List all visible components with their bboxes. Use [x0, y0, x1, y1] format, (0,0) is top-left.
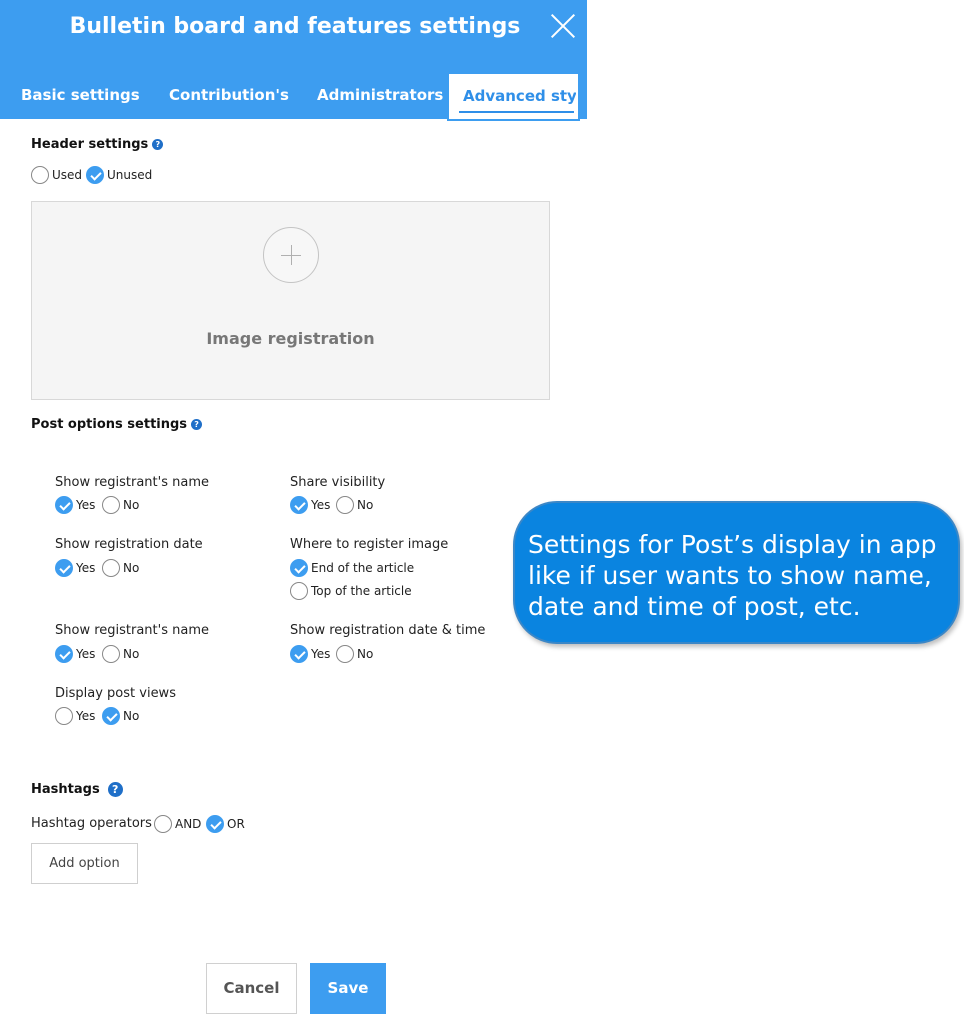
- radio-checked[interactable]: [55, 496, 73, 514]
- help-icon[interactable]: ?: [107, 782, 123, 797]
- image-position-label: Where to register image: [290, 537, 449, 552]
- option-label: No: [357, 647, 374, 661]
- post-options-label: Post options settings: [31, 417, 188, 432]
- radio-button[interactable]: [102, 559, 120, 577]
- share-visibility-label: Share visibility: [290, 475, 386, 490]
- hashtags-label: Hashtags: [31, 782, 100, 797]
- callout-line-3: date and time of post, etc.: [528, 592, 861, 621]
- option-label: No: [123, 561, 140, 575]
- option-label: No: [357, 498, 374, 512]
- radio-button[interactable]: [31, 166, 49, 184]
- save-button[interactable]: Save: [310, 963, 386, 1014]
- tab-contributions[interactable]: Contribution's: [169, 86, 289, 104]
- image-registration-label: Image registration: [206, 329, 375, 348]
- header-unused-label: Unused: [107, 168, 153, 182]
- show-registration-date-label: Show registration date: [55, 537, 203, 552]
- header-settings-title: Header settings?: [31, 137, 164, 152]
- option-label: Yes: [311, 647, 331, 661]
- option-label: OR: [227, 817, 245, 831]
- display-post-views-label: Display post views: [55, 686, 176, 701]
- option-label: No: [123, 647, 140, 661]
- show-name-2-yes-option[interactable]: Yes: [55, 645, 99, 663]
- hashtags-title: Hashtags?: [31, 782, 123, 797]
- tab-administrators[interactable]: Administrators: [317, 86, 443, 104]
- date-time-no-option[interactable]: No: [336, 645, 377, 663]
- option-label: Yes: [76, 561, 96, 575]
- radio-checked[interactable]: [55, 559, 73, 577]
- post-options-title: Post options settings?: [31, 417, 203, 432]
- callout-line-1: Settings for Post’s display in app: [528, 530, 937, 559]
- add-option-button[interactable]: Add option: [31, 843, 138, 884]
- header-unused-option[interactable]: Unused: [86, 166, 156, 184]
- share-no-option[interactable]: No: [336, 496, 377, 514]
- header-used-option[interactable]: Used: [31, 166, 86, 184]
- annotation-callout: Settings for Post’s display in app like …: [513, 501, 960, 644]
- option-label: No: [123, 498, 140, 512]
- radio-checked[interactable]: [290, 559, 308, 577]
- callout-line-2: like if user wants to show name,: [528, 561, 932, 590]
- cancel-button[interactable]: Cancel: [206, 963, 297, 1014]
- reg-date-yes-option[interactable]: Yes: [55, 559, 99, 577]
- option-label: AND: [175, 817, 202, 831]
- hashtag-operators-label: Hashtag operators: [31, 816, 152, 831]
- plus-icon[interactable]: [263, 227, 319, 283]
- show-date-time-label: Show registration date & time: [290, 623, 486, 638]
- views-no-option[interactable]: No: [102, 707, 143, 725]
- radio-button[interactable]: [336, 496, 354, 514]
- radio-button[interactable]: [290, 582, 308, 600]
- option-label: End of the article: [311, 561, 415, 575]
- radio-checked[interactable]: [86, 166, 104, 184]
- views-yes-option[interactable]: Yes: [55, 707, 99, 725]
- show-name-no-option[interactable]: No: [102, 496, 143, 514]
- tab-basic-settings[interactable]: Basic settings: [21, 86, 140, 104]
- radio-button[interactable]: [336, 645, 354, 663]
- modal-header: Bulletin board and features settings Bas…: [0, 0, 587, 121]
- radio-button[interactable]: [55, 707, 73, 725]
- radio-button[interactable]: [102, 496, 120, 514]
- option-label: Yes: [76, 498, 96, 512]
- option-label: Top of the article: [311, 584, 412, 598]
- reg-date-no-option[interactable]: No: [102, 559, 143, 577]
- image-registration-area[interactable]: Image registration: [31, 201, 550, 400]
- modal-title: Bulletin board and features settings: [69, 14, 521, 39]
- radio-checked[interactable]: [206, 815, 224, 833]
- show-registrant-name-2-label: Show registrant's name: [55, 623, 209, 638]
- show-registrant-name-label: Show registrant's name: [55, 475, 209, 490]
- show-name-yes-option[interactable]: Yes: [55, 496, 99, 514]
- radio-checked[interactable]: [290, 645, 308, 663]
- radio-button[interactable]: [102, 645, 120, 663]
- show-name-2-no-option[interactable]: No: [102, 645, 143, 663]
- hashtag-or-option[interactable]: OR: [206, 815, 249, 833]
- radio-button[interactable]: [154, 815, 172, 833]
- image-end-option[interactable]: End of the article: [290, 559, 418, 577]
- option-label: Yes: [311, 498, 331, 512]
- option-label: Yes: [76, 709, 96, 723]
- radio-checked[interactable]: [102, 707, 120, 725]
- tab-advanced-style[interactable]: Advanced style: [447, 72, 580, 121]
- share-yes-option[interactable]: Yes: [290, 496, 334, 514]
- header-settings-label: Header settings: [31, 137, 149, 152]
- hashtag-and-option[interactable]: AND: [154, 815, 205, 833]
- radio-checked[interactable]: [290, 496, 308, 514]
- help-icon[interactable]: ?: [191, 419, 203, 430]
- radio-checked[interactable]: [55, 645, 73, 663]
- option-label: No: [123, 709, 140, 723]
- help-icon[interactable]: ?: [152, 139, 164, 150]
- image-top-option[interactable]: Top of the article: [290, 582, 416, 600]
- close-icon[interactable]: [549, 12, 577, 40]
- option-label: Yes: [76, 647, 96, 661]
- date-time-yes-option[interactable]: Yes: [290, 645, 334, 663]
- header-used-label: Used: [52, 168, 83, 182]
